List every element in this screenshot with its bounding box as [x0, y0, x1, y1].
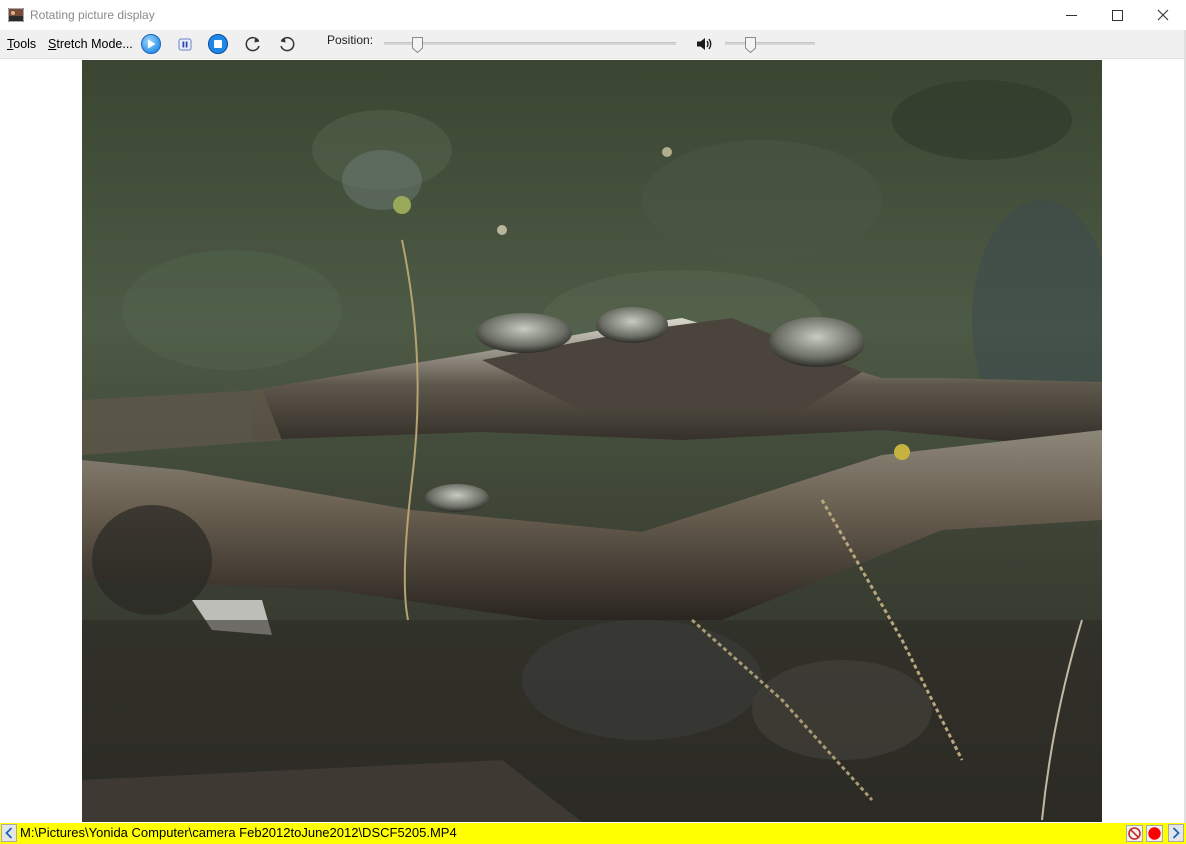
volume-slider[interactable]	[725, 37, 815, 53]
speaker-icon[interactable]	[693, 33, 715, 55]
volume-slider-thumb[interactable]	[745, 37, 756, 53]
menu-stretch-mode[interactable]: Stretch Mode...	[48, 37, 133, 51]
file-path: M:\Pictures\Yonida Computer\camera Feb20…	[20, 825, 457, 840]
window-title: Rotating picture display	[30, 8, 155, 22]
video-display[interactable]	[82, 60, 1102, 822]
app-icon	[8, 8, 24, 22]
stop-icon[interactable]	[207, 33, 229, 55]
pause-icon[interactable]	[174, 33, 196, 55]
close-button[interactable]	[1140, 0, 1186, 30]
position-label: Position:	[327, 33, 374, 47]
title-bar: Rotating picture display	[0, 0, 1186, 30]
prev-arrow-icon	[5, 827, 13, 839]
volume-slider-track	[725, 42, 815, 45]
next-file-button[interactable]	[1168, 824, 1184, 842]
position-slider-track	[384, 42, 676, 45]
prev-file-button[interactable]	[1, 824, 17, 842]
rotate-counterclockwise-icon[interactable]	[276, 33, 298, 55]
video-frame-turtles-on-log	[82, 60, 1102, 822]
position-slider[interactable]	[384, 37, 676, 53]
maximize-button[interactable]	[1094, 0, 1140, 30]
minimize-icon	[1065, 14, 1077, 16]
maximize-icon	[1111, 9, 1123, 21]
close-icon	[1157, 9, 1169, 21]
record-dot-icon[interactable]	[1146, 825, 1163, 842]
menu-tools-rest: ools	[13, 37, 37, 51]
menu-stretch-rest: tretch Mode...	[56, 37, 133, 51]
position-slider-thumb[interactable]	[412, 37, 423, 53]
play-icon[interactable]	[140, 33, 162, 55]
menu-tools[interactable]: Tools	[7, 37, 36, 51]
minimize-button[interactable]	[1048, 0, 1094, 30]
no-entry-icon[interactable]	[1126, 825, 1143, 842]
rotate-clockwise-icon[interactable]	[242, 33, 264, 55]
toolbar: Tools Stretch Mode... Position:	[0, 30, 1186, 59]
next-arrow-icon	[1172, 827, 1180, 839]
status-bar: M:\Pictures\Yonida Computer\camera Feb20…	[0, 823, 1186, 844]
